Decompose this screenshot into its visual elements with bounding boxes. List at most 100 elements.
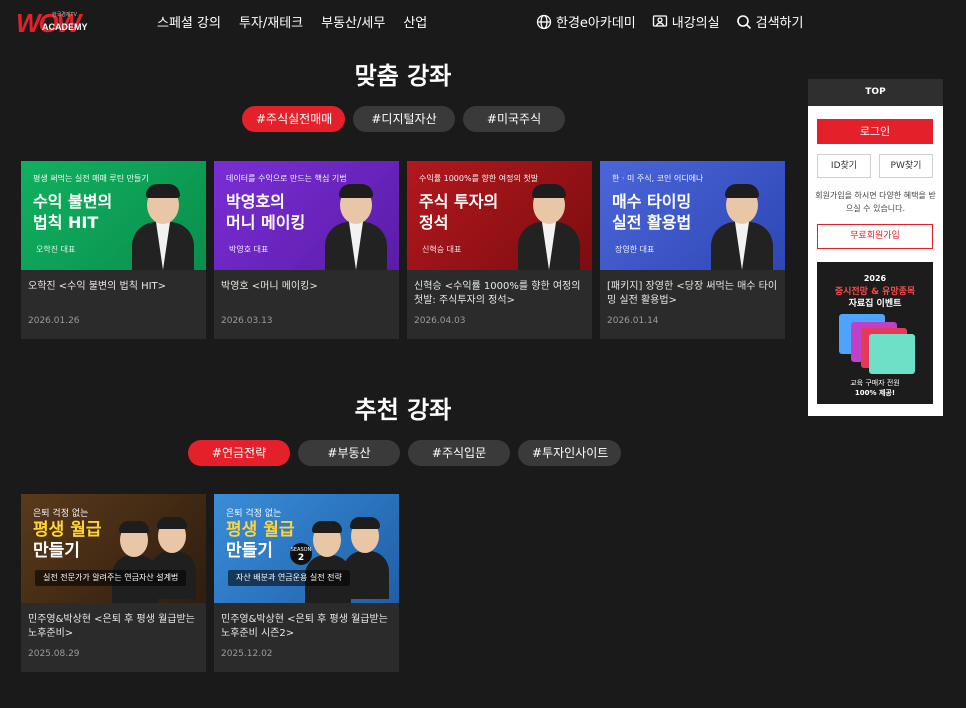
thumb-line2: 만들기	[33, 541, 80, 561]
nav-realestate[interactable]: 부동산/세무	[321, 12, 385, 31]
thumb-line1: 매수 타이밍	[612, 192, 692, 211]
course-title[interactable]: 박영호 <머니 메이킹>	[214, 270, 399, 316]
event-subheadline: 자료집 이벤트	[848, 299, 902, 309]
course-title[interactable]: 민주영&박상현 <은퇴 후 평생 월급받는 노후준비 시즌2>	[214, 603, 399, 649]
thumb-line1: 평생 월급	[226, 520, 295, 540]
quick-side-panel: TOP 로그인 ID찾기 PW찾기 회원가입을 하시면 다양한 혜택을 받으실 …	[808, 79, 943, 416]
thumb-line2: 만들기	[226, 541, 273, 561]
course-title[interactable]: 민주영&박상현 <은퇴 후 평생 월급받는 노후준비>	[21, 603, 206, 649]
course-card[interactable]: 평생 써먹는 실전 매매 루틴 만들기 수익 불변의 법칙 HIT 오학진 대표…	[21, 161, 206, 339]
thumb-headline: 평생 월급 만들기	[226, 520, 294, 562]
course-thumbnail[interactable]: 은퇴 걱정 없는 평생 월급 만들기 SEASON 2 자산 배분과 연금운용 …	[214, 494, 399, 603]
free-signup-button[interactable]: 무료회원가입	[817, 224, 933, 249]
signup-info-text: 회원가입을 하시면 다양한 혜택을 받으실 수 있습니다.	[815, 191, 936, 213]
event-year: 2026	[863, 274, 887, 283]
course-date: 2026.01.26	[28, 316, 80, 326]
course-thumbnail[interactable]: 평생 써먹는 실전 매매 루틴 만들기 수익 불변의 법칙 HIT 오학진 대표	[21, 161, 206, 270]
main-nav: 스페셜 강의 투자/재테크 부동산/세무 산업	[157, 12, 427, 31]
thumb-line1: 평생 월급	[33, 520, 102, 540]
tag-us-stocks[interactable]: #미국주식	[463, 106, 565, 132]
event-banner[interactable]: 2026 증시전망 & 유망종목 자료집 이벤트 교육 구매자 전원 100% …	[817, 262, 933, 404]
thumb-instructor: 장영한 대표	[615, 245, 655, 254]
academy-label: 한경e아카데미	[556, 16, 636, 31]
thumb-line2: 정석	[419, 213, 449, 232]
logo-text: ACADEMY	[42, 22, 88, 32]
recommend-section-title: 추천 강좌	[354, 396, 452, 424]
thumb-headline: 주식 투자의 정석	[419, 191, 498, 233]
my-class-link[interactable]: 내강의실	[652, 12, 720, 31]
course-thumbnail[interactable]: 은퇴 걱정 없는 평생 월급 만들기 실전 전문가가 알려주는 연금자산 설계법	[21, 494, 206, 603]
season-badge: SEASON 2	[290, 543, 312, 565]
wow-academy-logo[interactable]: WOW 한국경제TV ACADEMY	[16, 8, 108, 38]
course-thumbnail[interactable]: 데이터를 수익으로 만드는 핵심 기법 박영호의 머니 메이킹 박영호 대표	[214, 161, 399, 270]
thumb-caption: 수익률 1000%를 향한 여정의 첫발	[419, 174, 539, 183]
season-number: 2	[297, 553, 305, 563]
search-link[interactable]: 검색하기	[736, 12, 804, 31]
course-card[interactable]: 수익률 1000%를 향한 여정의 첫발 주식 투자의 정석 신혁승 대표 신혁…	[407, 161, 592, 339]
recommend-tags: #연금전략 #부동산 #주식입문 #투자인사이트	[188, 440, 621, 466]
course-card[interactable]: 한 · 미 주식, 코인 어디에나 매수 타이밍 실전 활용법 장영한 대표 […	[600, 161, 785, 339]
thumb-caption: 평생 써먹는 실전 매매 루틴 만들기	[33, 174, 149, 183]
thumb-caption: 데이터를 수익으로 만드는 핵심 기법	[226, 174, 347, 183]
thumb-headline: 매수 타이밍 실전 활용법	[612, 191, 691, 233]
custom-card-list: 평생 써먹는 실전 매매 루틴 만들기 수익 불변의 법칙 HIT 오학진 대표…	[21, 161, 785, 339]
tag-pension[interactable]: #연금전략	[188, 440, 290, 466]
instructor-photo	[711, 184, 773, 270]
thumb-line2: 실전 활용법	[612, 213, 692, 232]
course-date: 2026.01.14	[607, 316, 659, 326]
course-card[interactable]: 은퇴 걱정 없는 평생 월급 만들기 실전 전문가가 알려주는 연금자산 설계법…	[21, 494, 206, 672]
course-title[interactable]: 신혁승 <수익률 1000%를 향한 여정의 첫발: 주식투자의 정석>	[407, 270, 592, 316]
globe-icon	[536, 14, 552, 29]
tag-insight[interactable]: #투자인사이트	[518, 440, 621, 466]
logo-sub: 한국경제TV	[52, 12, 77, 18]
site-header: WOW 한국경제TV ACADEMY 스페셜 강의 투자/재테크 부동산/세무 …	[0, 0, 966, 44]
thumb-headline: 수익 불변의 법칙 HIT	[33, 191, 112, 233]
course-date: 2025.12.02	[221, 649, 273, 659]
course-title[interactable]: [패키지] 장영한 <당장 써먹는 매수 타이밍 실전 활용법>	[600, 270, 785, 316]
search-icon	[736, 14, 751, 29]
course-card[interactable]: 은퇴 걱정 없는 평생 월급 만들기 SEASON 2 자산 배분과 연금운용 …	[214, 494, 399, 672]
course-title[interactable]: 오학진 <수익 불변의 법칙 HIT>	[21, 270, 206, 316]
folder-icon	[869, 334, 915, 374]
course-date: 2026.03.13	[221, 316, 273, 326]
nav-industry[interactable]: 산업	[403, 12, 427, 31]
custom-tags: #주식실전매매 #디지털자산 #미국주식	[242, 106, 565, 132]
nav-investment[interactable]: 투자/재테크	[239, 12, 303, 31]
course-thumbnail[interactable]: 한 · 미 주식, 코인 어디에나 매수 타이밍 실전 활용법 장영한 대표	[600, 161, 785, 270]
thumb-line2: 머니 메이킹	[226, 213, 306, 232]
top-button[interactable]: TOP	[808, 79, 943, 106]
find-pw-button[interactable]: PW찾기	[879, 154, 933, 178]
course-date: 2025.08.29	[28, 649, 80, 659]
find-id-button[interactable]: ID찾기	[817, 154, 871, 178]
thumb-line1: 주식 투자의	[419, 192, 499, 211]
tag-realestate[interactable]: #부동산	[298, 440, 400, 466]
thumb-subtitle: 자산 배분과 연금운용 실전 전략	[228, 570, 350, 586]
instructor-photo	[132, 184, 194, 270]
tag-stock-intro[interactable]: #주식입문	[408, 440, 510, 466]
thumb-instructor: 신혁승 대표	[422, 245, 462, 254]
thumb-instructor: 오학진 대표	[36, 245, 76, 254]
thumb-line1: 박영호의	[226, 192, 285, 211]
thumb-caption: 은퇴 걱정 없는	[33, 509, 89, 519]
thumb-caption: 은퇴 걱정 없는	[226, 509, 282, 519]
academy-link[interactable]: 한경e아카데미	[536, 12, 636, 31]
instructor-photos	[112, 517, 198, 603]
recommend-card-list: 은퇴 걱정 없는 평생 월급 만들기 실전 전문가가 알려주는 연금자산 설계법…	[21, 494, 399, 672]
thumb-subtitle: 실전 전문가가 알려주는 연금자산 설계법	[35, 570, 187, 586]
nav-special[interactable]: 스페셜 강의	[157, 12, 221, 31]
event-footer: 교육 구매자 전원	[850, 379, 900, 387]
course-card[interactable]: 데이터를 수익으로 만드는 핵심 기법 박영호의 머니 메이킹 박영호 대표 박…	[214, 161, 399, 339]
search-label: 검색하기	[755, 16, 804, 31]
custom-section-title: 맞춤 강좌	[354, 62, 452, 90]
login-button[interactable]: 로그인	[817, 119, 933, 144]
thumb-headline: 박영호의 머니 메이킹	[226, 191, 305, 233]
thumb-caption: 한 · 미 주식, 코인 어디에나	[612, 174, 704, 183]
tag-digital-assets[interactable]: #디지털자산	[353, 106, 455, 132]
tag-stock-trading[interactable]: #주식실전매매	[242, 106, 345, 132]
thumb-line2: 법칙 HIT	[33, 213, 99, 232]
event-footer-bold: 100% 제공!	[854, 389, 896, 397]
course-date: 2026.04.03	[414, 316, 466, 326]
utility-nav: 한경e아카데미 내강의실 검색하기	[536, 12, 803, 31]
thumb-instructor: 박영호 대표	[229, 245, 269, 254]
course-thumbnail[interactable]: 수익률 1000%를 향한 여정의 첫발 주식 투자의 정석 신혁승 대표	[407, 161, 592, 270]
